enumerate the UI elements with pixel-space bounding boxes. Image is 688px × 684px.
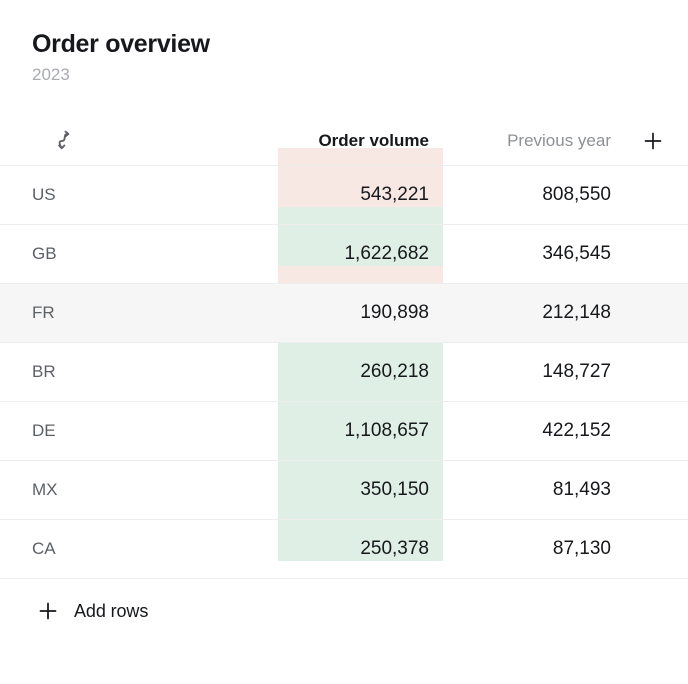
swap-arrows-icon[interactable] xyxy=(50,126,80,156)
row-label: GB xyxy=(32,244,57,264)
order-overview-card: Order overview 2023 Order volume Previou… xyxy=(0,0,688,684)
plus-icon[interactable] xyxy=(638,126,668,156)
card-subtitle: 2023 xyxy=(32,64,70,84)
table-row[interactable]: MX 350,150 81,493 xyxy=(0,461,688,521)
table-row[interactable]: FR 190,898 212,148 xyxy=(0,284,688,344)
cell-order-volume[interactable]: 543,221 xyxy=(278,184,443,206)
page-title: Order overview xyxy=(32,30,210,58)
plus-icon xyxy=(36,599,60,623)
table-row[interactable]: BR 260,218 148,727 xyxy=(0,343,688,403)
data-table: Order volume Previous year US 543,221 808,… xyxy=(0,117,688,580)
table-body: US 543,221 808,550 GB 1,622,682 346,545 FR 190,… xyxy=(0,166,688,580)
cell-order-volume[interactable]: 250,378 xyxy=(278,538,443,560)
cell-previous-year[interactable]: 212,148 xyxy=(443,302,623,324)
row-label: US xyxy=(32,185,56,205)
add-rows-label: Add rows xyxy=(74,600,149,621)
add-column-cell xyxy=(623,126,688,156)
cell-order-volume[interactable]: 1,108,657 xyxy=(278,420,443,442)
cell-order-volume[interactable]: 350,150 xyxy=(278,479,443,501)
row-label: BR xyxy=(32,362,56,382)
row-label-header-cell xyxy=(0,126,278,156)
column-header-order-volume[interactable]: Order volume xyxy=(278,131,443,151)
table-row[interactable]: CA 250,378 87,130 xyxy=(0,520,688,580)
row-label: MX xyxy=(32,480,58,500)
table-row[interactable]: GB 1,622,682 346,545 xyxy=(0,225,688,285)
cell-order-volume[interactable]: 190,898 xyxy=(278,302,443,324)
cell-previous-year[interactable]: 808,550 xyxy=(443,184,623,206)
cell-order-volume[interactable]: 1,622,682 xyxy=(278,243,443,265)
cell-previous-year[interactable]: 422,152 xyxy=(443,420,623,442)
row-label: FR xyxy=(32,303,55,323)
add-rows-button[interactable]: Add rows xyxy=(0,579,688,623)
cell-previous-year[interactable]: 346,545 xyxy=(443,243,623,265)
cell-previous-year[interactable]: 148,727 xyxy=(443,361,623,383)
table-header-row: Order volume Previous year xyxy=(0,117,688,167)
row-label: CA xyxy=(32,539,56,559)
cell-previous-year[interactable]: 81,493 xyxy=(443,479,623,501)
cell-order-volume[interactable]: 260,218 xyxy=(278,361,443,383)
cell-previous-year[interactable]: 87,130 xyxy=(443,538,623,560)
table-row[interactable]: DE 1,108,657 422,152 xyxy=(0,402,688,462)
column-header-previous-year[interactable]: Previous year xyxy=(443,131,623,151)
table-row[interactable]: US 543,221 808,550 xyxy=(0,166,688,226)
row-label: DE xyxy=(32,421,56,441)
card-header: Order overview 2023 xyxy=(0,0,688,85)
